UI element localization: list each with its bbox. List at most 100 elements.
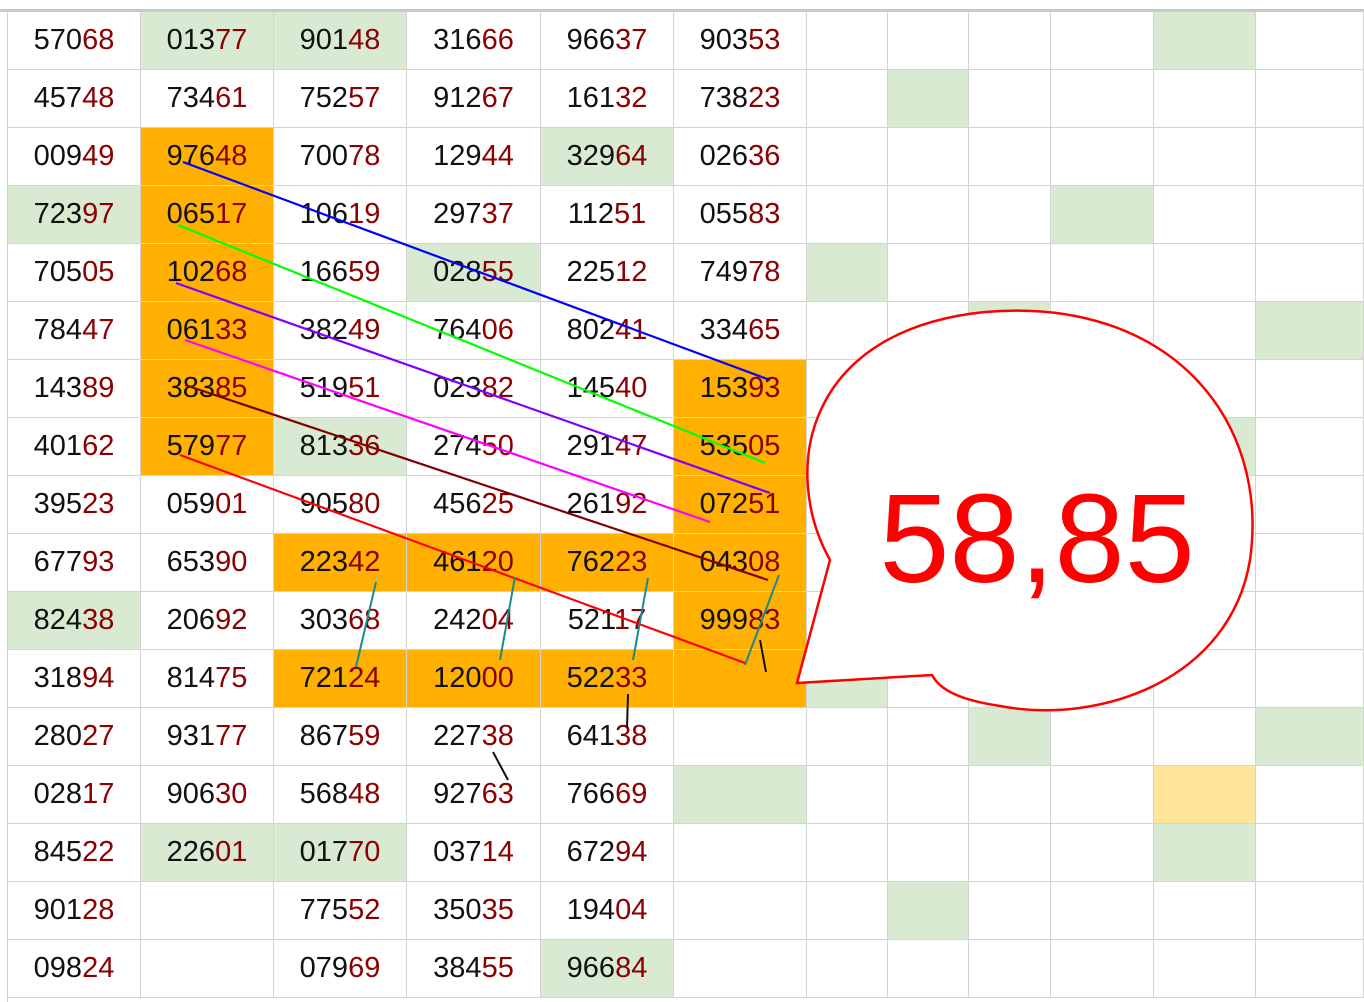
number-cell[interactable]: 92763: [407, 766, 541, 824]
empty-cell[interactable]: [1154, 12, 1256, 70]
number-cell[interactable]: 30368: [274, 592, 407, 650]
number-cell[interactable]: 02855: [407, 244, 541, 302]
empty-cell[interactable]: [807, 12, 888, 70]
empty-cell[interactable]: [1051, 940, 1154, 998]
number-cell[interactable]: 81336: [274, 418, 407, 476]
empty-cell[interactable]: [1154, 418, 1256, 476]
number-cell[interactable]: 02382: [407, 360, 541, 418]
empty-cell[interactable]: [1154, 128, 1256, 186]
number-cell[interactable]: 90148: [274, 12, 407, 70]
number-cell[interactable]: 75257: [274, 70, 407, 128]
number-cell[interactable]: 22738: [407, 708, 541, 766]
empty-cell[interactable]: [1051, 534, 1154, 592]
empty-cell[interactable]: [1051, 708, 1154, 766]
empty-cell[interactable]: [1051, 418, 1154, 476]
number-cell[interactable]: 80241: [541, 302, 674, 360]
empty-cell[interactable]: [1256, 650, 1364, 708]
empty-cell[interactable]: [807, 592, 888, 650]
number-cell[interactable]: 12000: [407, 650, 541, 708]
number-cell[interactable]: 90128: [8, 882, 141, 940]
empty-cell[interactable]: [1154, 534, 1256, 592]
number-cell[interactable]: 14389: [8, 360, 141, 418]
number-cell[interactable]: 01770: [274, 824, 407, 882]
number-cell[interactable]: 45748: [8, 70, 141, 128]
empty-cell[interactable]: [1051, 128, 1154, 186]
number-cell[interactable]: 05901: [141, 476, 274, 534]
empty-cell[interactable]: [969, 128, 1051, 186]
number-cell[interactable]: 35035: [407, 882, 541, 940]
empty-cell[interactable]: [1256, 70, 1364, 128]
number-cell[interactable]: 22342: [274, 534, 407, 592]
empty-cell[interactable]: [1154, 302, 1256, 360]
empty-cell[interactable]: [1256, 360, 1364, 418]
empty-cell[interactable]: [969, 650, 1051, 708]
number-cell[interactable]: 10619: [274, 186, 407, 244]
empty-cell[interactable]: [969, 882, 1051, 940]
number-cell[interactable]: 03714: [407, 824, 541, 882]
empty-cell[interactable]: [807, 882, 888, 940]
number-cell[interactable]: 19404: [541, 882, 674, 940]
empty-cell[interactable]: [674, 650, 807, 708]
number-cell[interactable]: 32964: [541, 128, 674, 186]
empty-cell[interactable]: [1256, 476, 1364, 534]
empty-cell[interactable]: [969, 476, 1051, 534]
empty-cell[interactable]: [888, 824, 969, 882]
number-cell[interactable]: 45625: [407, 476, 541, 534]
number-cell[interactable]: 74978: [674, 244, 807, 302]
empty-cell[interactable]: [1256, 940, 1364, 998]
empty-cell[interactable]: [1256, 128, 1364, 186]
empty-cell[interactable]: [969, 360, 1051, 418]
number-cell[interactable]: 90630: [141, 766, 274, 824]
number-cell[interactable]: 26192: [541, 476, 674, 534]
empty-cell[interactable]: [1256, 824, 1364, 882]
number-cell[interactable]: 65390: [141, 534, 274, 592]
empty-cell[interactable]: [1154, 186, 1256, 244]
number-cell[interactable]: 67793: [8, 534, 141, 592]
empty-cell[interactable]: [969, 592, 1051, 650]
empty-cell[interactable]: [888, 302, 969, 360]
number-cell[interactable]: 56848: [274, 766, 407, 824]
empty-cell[interactable]: [888, 650, 969, 708]
number-cell[interactable]: 22512: [541, 244, 674, 302]
number-cell[interactable]: 05583: [674, 186, 807, 244]
empty-cell[interactable]: [807, 360, 888, 418]
empty-cell[interactable]: [969, 12, 1051, 70]
empty-cell[interactable]: [1051, 70, 1154, 128]
empty-cell[interactable]: [1256, 244, 1364, 302]
number-cell[interactable]: 82438: [8, 592, 141, 650]
empty-cell[interactable]: [1256, 302, 1364, 360]
empty-cell[interactable]: [888, 766, 969, 824]
empty-cell[interactable]: [888, 70, 969, 128]
empty-cell[interactable]: [888, 592, 969, 650]
empty-cell[interactable]: [888, 128, 969, 186]
number-cell[interactable]: 06517: [141, 186, 274, 244]
empty-cell[interactable]: [888, 418, 969, 476]
number-cell[interactable]: 96684: [541, 940, 674, 998]
empty-cell[interactable]: [969, 186, 1051, 244]
number-cell[interactable]: 73823: [674, 70, 807, 128]
empty-cell[interactable]: [674, 824, 807, 882]
empty-cell[interactable]: [1154, 360, 1256, 418]
number-cell[interactable]: 90580: [274, 476, 407, 534]
empty-cell[interactable]: [1154, 882, 1256, 940]
empty-cell[interactable]: [1256, 12, 1364, 70]
empty-cell[interactable]: [969, 708, 1051, 766]
number-cell[interactable]: 46120: [407, 534, 541, 592]
empty-cell[interactable]: [674, 882, 807, 940]
number-cell[interactable]: 28027: [8, 708, 141, 766]
empty-cell[interactable]: [969, 302, 1051, 360]
empty-cell[interactable]: [969, 244, 1051, 302]
empty-cell[interactable]: [888, 12, 969, 70]
empty-cell[interactable]: [1051, 824, 1154, 882]
number-cell[interactable]: 53505: [674, 418, 807, 476]
empty-cell[interactable]: [1154, 766, 1256, 824]
number-cell[interactable]: 52233: [541, 650, 674, 708]
empty-cell[interactable]: [1256, 186, 1364, 244]
number-cell[interactable]: 78447: [8, 302, 141, 360]
number-cell[interactable]: 52117: [541, 592, 674, 650]
empty-cell[interactable]: [1051, 244, 1154, 302]
number-cell[interactable]: 11251: [541, 186, 674, 244]
number-cell[interactable]: 72124: [274, 650, 407, 708]
empty-cell[interactable]: [1256, 592, 1364, 650]
number-cell[interactable]: 31894: [8, 650, 141, 708]
